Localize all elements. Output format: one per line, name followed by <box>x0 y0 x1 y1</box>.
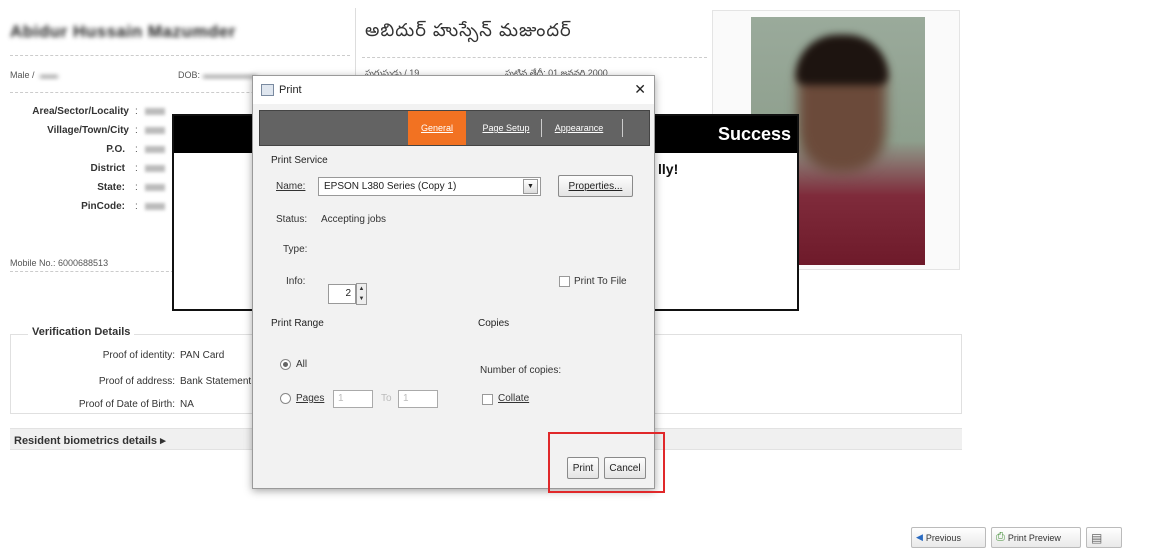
printer-select-value: EPSON L380 Series (Copy 1) <box>324 181 457 192</box>
tab-general[interactable]: General <box>408 111 466 145</box>
spin-up-icon[interactable]: ▲ <box>357 284 366 294</box>
colon: : <box>135 182 138 193</box>
tab-page-setup[interactable]: Page Setup <box>473 111 539 145</box>
type-label: Type: <box>283 244 308 255</box>
tab-separator <box>622 119 623 137</box>
field-label-state: State: <box>97 182 125 193</box>
print-to-file-label[interactable]: Print To File <box>574 276 627 287</box>
pages-from-field[interactable]: 1 <box>333 390 373 408</box>
copies-stepper[interactable]: ▲ ▼ <box>356 283 367 305</box>
name-label: Name: <box>276 181 306 192</box>
success-message: lly! <box>658 161 679 177</box>
previous-label: Previous <box>925 532 961 543</box>
previous-button[interactable]: ◀ Previous <box>911 527 986 548</box>
pincode-value <box>145 203 165 210</box>
highlight-box <box>548 432 665 493</box>
city-value <box>145 127 165 134</box>
district-value <box>145 165 165 172</box>
gender-label: Male / <box>10 70 35 80</box>
print-service-heading: Print Service <box>271 155 328 166</box>
dialog-tabbar: General Page Setup Appearance <box>259 110 650 146</box>
all-label[interactable]: All <box>296 359 307 370</box>
collate-checkbox[interactable] <box>482 394 493 405</box>
print-range-heading: Print Range <box>271 318 324 329</box>
mobile-number: Mobile No.: 6000688513 <box>10 258 109 268</box>
dialog-title: Print <box>279 84 302 96</box>
pages-to-field[interactable]: 1 <box>398 390 438 408</box>
status-label: Status: <box>276 214 308 225</box>
arrow-left-icon: ◀ <box>916 532 923 542</box>
colon: : <box>135 125 138 136</box>
state-value <box>145 184 165 191</box>
tab-separator <box>541 119 542 137</box>
field-label-po: P.O. <box>106 144 125 155</box>
print-window-icon <box>261 84 274 96</box>
save-button[interactable]: ▤ <box>1086 527 1122 548</box>
verification-title: Verification Details <box>28 326 135 338</box>
photo-hair <box>796 35 888 85</box>
all-radio[interactable] <box>280 359 291 370</box>
proof-address-label: Proof of address: <box>98 376 175 387</box>
save-icon: ▤ <box>1091 530 1103 545</box>
copies-input[interactable]: 2 <box>328 284 356 304</box>
field-label-pincode: PinCode: <box>81 201 125 212</box>
gender-value: ▬▬ <box>40 70 58 80</box>
print-dialog: Print ✕ General Page Setup Appearance Pr… <box>252 75 655 489</box>
success-title: Success <box>717 124 791 144</box>
proof-address-value: Bank Statement <box>180 376 252 387</box>
printer-icon: ⎙ <box>996 531 1005 543</box>
field-label-city: Village/Town/City <box>47 125 129 136</box>
copies-label: Number of copies: <box>480 365 562 376</box>
print-to-file-checkbox[interactable] <box>559 276 570 287</box>
colon: : <box>135 201 138 212</box>
chevron-down-icon[interactable]: ▼ <box>523 179 538 194</box>
colon: : <box>135 163 138 174</box>
field-label-district: District <box>90 163 125 174</box>
dob-label: DOB: <box>178 70 201 80</box>
print-preview-button[interactable]: ⎙ Print Preview <box>991 527 1081 548</box>
colon: : <box>135 144 138 155</box>
biometrics-toggle[interactable]: Resident biometrics details ▸ <box>14 434 166 447</box>
field-label-locality: Area/Sector/Locality <box>32 106 129 117</box>
resident-name-telugu: అబిదుర్ హుస్సేన్ మజుందర్ <box>365 20 572 40</box>
tab-appearance[interactable]: Appearance <box>544 111 614 145</box>
collate-label[interactable]: Collate <box>498 393 529 404</box>
spin-down-icon[interactable]: ▼ <box>357 294 366 304</box>
status-value: Accepting jobs <box>321 214 387 225</box>
proof-identity-value: PAN Card <box>180 350 225 361</box>
info-label: Info: <box>286 276 306 287</box>
dialog-titlebar: Print ✕ <box>253 76 654 104</box>
colon: : <box>135 106 138 117</box>
resident-name-english: Abidur Hussain Mazumder <box>10 22 236 41</box>
divider <box>362 57 707 58</box>
printer-select[interactable]: EPSON L380 Series (Copy 1) ▼ <box>318 177 541 196</box>
print-preview-label: Print Preview <box>1007 532 1061 543</box>
dob-value: ▬▬▬▬▬▬ <box>203 70 257 80</box>
pages-label[interactable]: Pages <box>296 393 324 404</box>
pages-to-label: To <box>381 393 392 404</box>
properties-button[interactable]: Properties... <box>558 175 633 197</box>
copies-heading: Copies <box>478 318 510 329</box>
pages-radio[interactable] <box>280 393 291 404</box>
proof-dob-label: Proof of Date of Birth: <box>78 399 175 410</box>
locality-value <box>145 108 165 115</box>
po-value <box>145 146 165 153</box>
divider <box>10 55 350 56</box>
proof-identity-label: Proof of identity: <box>102 350 175 361</box>
close-icon[interactable]: ✕ <box>634 81 646 98</box>
proof-dob-value: NA <box>180 399 194 410</box>
